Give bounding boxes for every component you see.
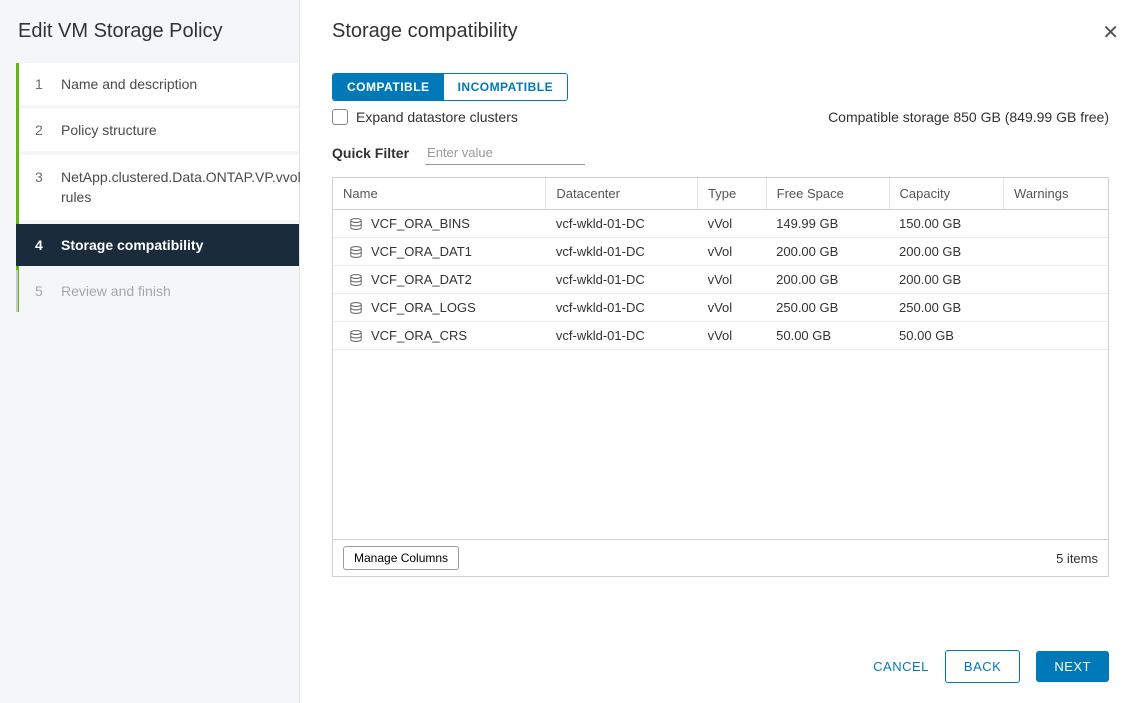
cell: 50.00 GB xyxy=(889,322,1003,350)
options-row: Expand datastore clusters Compatible sto… xyxy=(332,109,1109,125)
cell xyxy=(1004,210,1108,238)
cancel-button[interactable]: CANCEL xyxy=(873,659,929,674)
cell: 250.00 GB xyxy=(889,294,1003,322)
cell: 200.00 GB xyxy=(889,266,1003,294)
wizard-step[interactable]: 3 NetApp.clustered.Data.ONTAP.VP.vvol rul… xyxy=(19,155,299,220)
datastore-icon xyxy=(349,329,363,343)
cell: vcf-wkld-01-DC xyxy=(546,294,698,322)
tab-incompatible[interactable]: INCOMPATIBLE xyxy=(444,74,568,100)
back-button[interactable]: BACK xyxy=(945,650,1020,683)
datastore-name: VCF_ORA_BINS xyxy=(371,216,470,231)
expand-clusters-label: Expand datastore clusters xyxy=(356,109,518,125)
cell: vcf-wkld-01-DC xyxy=(546,210,698,238)
wizard-step[interactable]: 1 Name and description xyxy=(19,63,299,105)
table-row[interactable]: VCF_ORA_DAT1vcf-wkld-01-DCvVol200.00 GB2… xyxy=(333,238,1108,266)
datastore-name: VCF_ORA_CRS xyxy=(371,328,467,343)
close-icon[interactable]: ✕ xyxy=(1102,20,1119,45)
column-header[interactable]: Name xyxy=(333,178,546,210)
table-row[interactable]: VCF_ORA_LOGSvcf-wkld-01-DCvVol250.00 GB2… xyxy=(333,294,1108,322)
filter-input[interactable] xyxy=(425,141,585,165)
manage-columns-button[interactable]: Manage Columns xyxy=(343,546,459,570)
column-header[interactable]: Datacenter xyxy=(546,178,698,210)
column-header[interactable]: Warnings xyxy=(1004,178,1108,210)
cell: 50.00 GB xyxy=(766,322,889,350)
table-row[interactable]: VCF_ORA_BINS vcf-wkld-01-DCvVol149.99 GB1… xyxy=(333,210,1108,238)
cell xyxy=(1004,294,1108,322)
cell xyxy=(1004,266,1108,294)
table-footer: Manage Columns 5 items xyxy=(333,539,1108,576)
step-number: 1 xyxy=(35,76,51,92)
cell: vcf-wkld-01-DC xyxy=(546,266,698,294)
item-count: 5 items xyxy=(1056,551,1098,566)
cell: 250.00 GB xyxy=(766,294,889,322)
cell: 200.00 GB xyxy=(766,266,889,294)
datastore-name: VCF_ORA_LOGS xyxy=(371,300,476,315)
wizard-step: 5 Review and finish xyxy=(16,270,299,312)
step-number: 5 xyxy=(35,283,51,299)
filter-row: Quick Filter xyxy=(332,141,1109,165)
compat-toggle: COMPATIBLE INCOMPATIBLE xyxy=(332,73,568,101)
tab-compatible[interactable]: COMPATIBLE xyxy=(333,74,444,100)
step-number: 3 xyxy=(35,168,51,188)
step-label: Policy structure xyxy=(61,122,157,138)
next-button[interactable]: NEXT xyxy=(1036,651,1109,682)
wizard-title: Edit VM Storage Policy xyxy=(0,20,299,63)
step-number: 2 xyxy=(35,122,51,138)
cell: vVol xyxy=(698,294,767,322)
column-header[interactable]: Capacity xyxy=(889,178,1003,210)
cell: 150.00 GB xyxy=(889,210,1003,238)
column-header[interactable]: Type xyxy=(698,178,767,210)
table-row[interactable]: VCF_ORA_CRSvcf-wkld-01-DCvVol50.00 GB50.… xyxy=(333,322,1108,350)
cell: vVol xyxy=(698,266,767,294)
column-header[interactable]: Free Space xyxy=(766,178,889,210)
cell: 149.99 GB xyxy=(766,210,889,238)
datastore-icon xyxy=(349,273,363,287)
cell: vcf-wkld-01-DC xyxy=(546,322,698,350)
wizard-sidebar: Edit VM Storage Policy 1 Name and descrip… xyxy=(0,0,300,703)
cell: 200.00 GB xyxy=(766,238,889,266)
main-panel: ✕ Storage compatibility COMPATIBLE INCOM… xyxy=(300,0,1135,703)
datastore-icon xyxy=(349,301,363,315)
step-label: Review and finish xyxy=(61,283,171,299)
datastore-name: VCF_ORA_DAT2 xyxy=(371,272,472,287)
step-label: Name and description xyxy=(61,76,197,92)
cell: vVol xyxy=(698,210,767,238)
step-label: Storage compatibility xyxy=(61,237,203,253)
datastore-table-wrap: NameDatacenterTypeFree SpaceCapacityWarn… xyxy=(332,177,1109,577)
table-row[interactable]: VCF_ORA_DAT2vcf-wkld-01-DCvVol200.00 GB2… xyxy=(333,266,1108,294)
datastore-icon xyxy=(349,245,363,259)
cell xyxy=(1004,322,1108,350)
filter-label: Quick Filter xyxy=(332,145,409,161)
datastore-name: VCF_ORA_DAT1 xyxy=(371,244,472,259)
wizard-step[interactable]: 2 Policy structure xyxy=(19,109,299,151)
step-label: NetApp.clustered.Data.ONTAP.VP.vvol rule… xyxy=(61,168,301,207)
cell: vVol xyxy=(698,238,767,266)
page-title: Storage compatibility xyxy=(332,20,1109,43)
wizard-buttons: CANCEL BACK NEXT xyxy=(332,620,1109,683)
wizard-steps: 1 Name and description 2 Policy structure 3N… xyxy=(16,63,299,312)
checkbox-icon xyxy=(332,109,348,125)
cell: vVol xyxy=(698,322,767,350)
cell: vcf-wkld-01-DC xyxy=(546,238,698,266)
cell: 200.00 GB xyxy=(889,238,1003,266)
datastore-icon xyxy=(349,217,363,231)
expand-clusters-checkbox[interactable]: Expand datastore clusters xyxy=(332,109,518,125)
wizard-step[interactable]: 4 Storage compatibility xyxy=(16,224,299,266)
compatible-status: Compatible storage 850 GB (849.99 GB fre… xyxy=(828,109,1109,125)
step-number: 4 xyxy=(35,237,51,253)
datastore-table: NameDatacenterTypeFree SpaceCapacityWarn… xyxy=(333,178,1108,350)
cell xyxy=(1004,238,1108,266)
